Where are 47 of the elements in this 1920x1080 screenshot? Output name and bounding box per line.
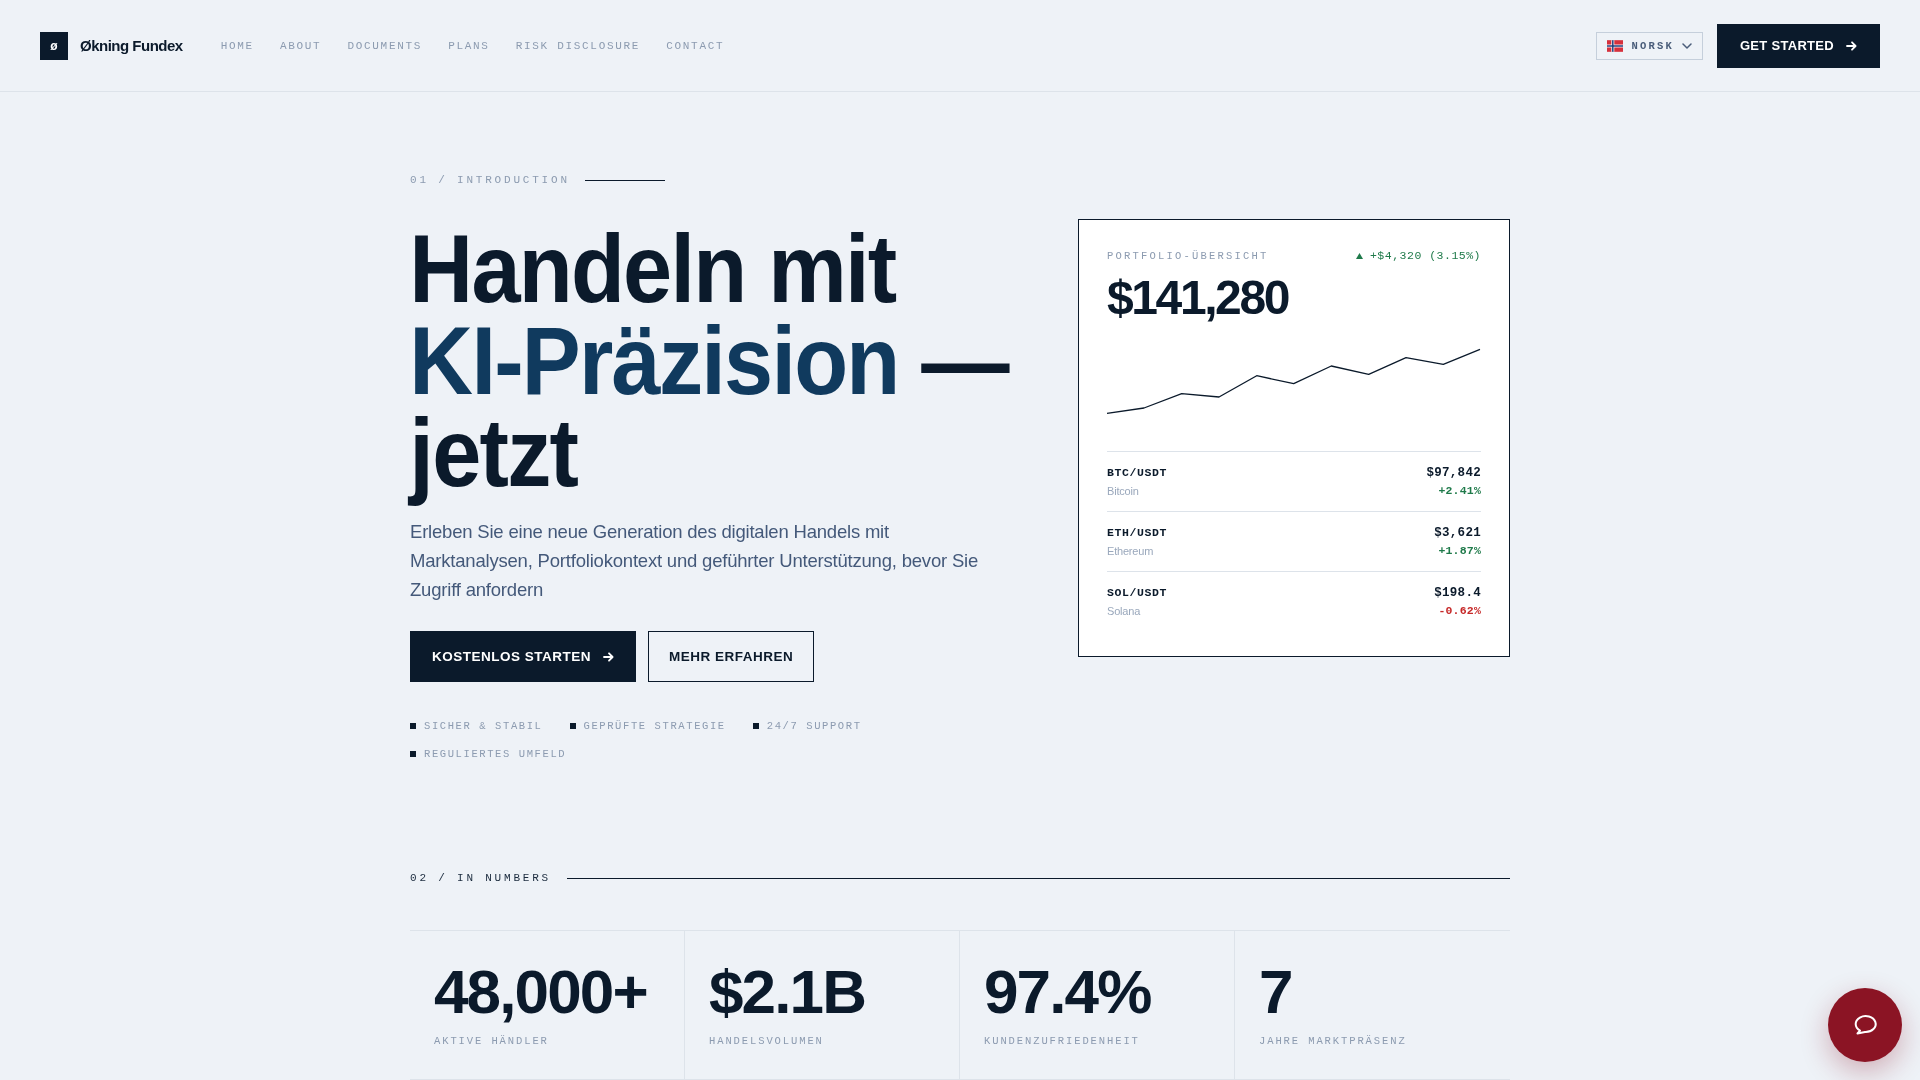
asset-change: +2.41%: [1438, 483, 1481, 499]
stat-value: 48,000+: [434, 961, 648, 1023]
section-label: 02 / IN NUMBERS: [410, 871, 552, 885]
card-title: PORTFOLIO-ÜBERSICHT: [1107, 249, 1269, 263]
asset-pair: BTC/USDT: [1107, 465, 1167, 481]
get-started-button[interactable]: GET STARTED: [1716, 23, 1880, 68]
asset-pair: SOL/USDT: [1107, 585, 1167, 601]
asset-change: +1.87%: [1438, 543, 1481, 559]
feature-label: SICHER & STABIL: [424, 719, 543, 734]
hero-description: Erleben Sie eine neue Generation des digitalen Handels mit Marktanalysen, Portfoliokontext und geführter Unterstützung, bevor Sie Zugriff anfordern: [410, 520, 980, 602]
learn-more-button[interactable]: MEHR ERFAHREN: [648, 631, 815, 682]
section-label: 01 / INTRODUCTION: [410, 173, 570, 187]
asset-price: $198.4: [1434, 585, 1481, 601]
feature-label: 24/7 SUPPORT: [766, 719, 862, 734]
arrow-right-icon: [1846, 40, 1857, 51]
stat-label: AKTIVE HÄNDLER: [434, 1034, 550, 1048]
chevron-down-icon: [1681, 42, 1692, 49]
asset-name: Ethereum: [1107, 544, 1155, 559]
portfolio-change: +$4,320 (3.15%): [1369, 249, 1481, 263]
stat-label: KUNDENZUFRIEDENHEIT: [984, 1034, 1141, 1048]
asset-pair: ETH/USDT: [1107, 525, 1167, 541]
stat-label: JAHRE MARKTPRÄSENZ: [1259, 1034, 1408, 1048]
square-bullet-icon: [569, 723, 576, 729]
stat-value: $2.1B: [709, 961, 867, 1023]
chat-button[interactable]: [1828, 988, 1902, 1062]
feature-label: REGULIERTES UMFELD: [424, 747, 567, 762]
arrow-right-icon: [603, 651, 614, 662]
square-bullet-icon: [752, 723, 759, 729]
asset-price: $97,842: [1426, 465, 1481, 481]
hero-headline: Handeln mit KI-Präzision — jetzt: [407, 223, 1010, 508]
language-select[interactable]: NORSK: [1596, 31, 1703, 60]
square-bullet-icon: [410, 751, 416, 757]
asset-change: -0.62%: [1438, 603, 1481, 619]
stat-label: HANDELSVOLUMEN: [709, 1034, 825, 1048]
flag-icon: [1607, 39, 1624, 52]
feature-label: GEPRÜFTE STRATEGIE: [583, 719, 726, 734]
asset-price: $3,621: [1434, 525, 1481, 541]
brand-name[interactable]: Økning Fundex: [80, 37, 183, 54]
stat-value: 97.4%: [984, 961, 1152, 1023]
speech-bubble-icon: [1852, 1013, 1878, 1037]
start-button[interactable]: KOSTENLOS STARTEN: [410, 631, 636, 682]
asset-name: Solana: [1107, 604, 1142, 619]
square-bullet-icon: [410, 723, 416, 729]
stat-value: 7: [1259, 961, 1293, 1023]
asset-name: Bitcoin: [1107, 484, 1140, 499]
logo-mark[interactable]: ø: [40, 31, 68, 60]
portfolio-value: $141,280: [1107, 274, 1290, 322]
